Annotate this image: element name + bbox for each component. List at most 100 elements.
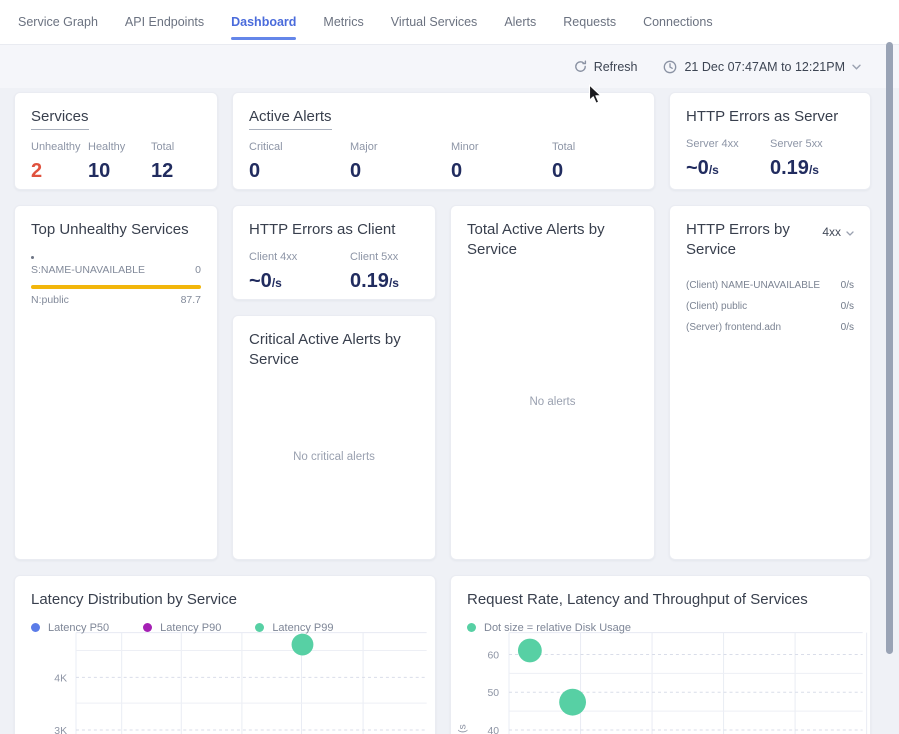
tab-service-graph[interactable]: Service Graph	[18, 0, 98, 44]
stat-value: 2	[31, 161, 88, 181]
stat-label: Client 4xx	[249, 251, 350, 263]
legend-item-disk-usage[interactable]: Dot size = relative Disk Usage	[467, 622, 631, 634]
card-total-alerts-by-service: Total Active Alerts by Service No alerts	[450, 205, 655, 560]
stat-minor: Minor 0	[451, 141, 552, 181]
card-http-errors-server: HTTP Errors as Server Server 4xx ~0/s Se…	[669, 92, 871, 190]
tab-metrics[interactable]: Metrics	[323, 0, 363, 44]
empty-state-text: No alerts	[529, 396, 575, 408]
legend-item-p99[interactable]: Latency P99	[255, 622, 333, 634]
stat-major: Major 0	[350, 141, 451, 181]
error-rate-row[interactable]: (Server) frontend.adn 0/s	[686, 317, 854, 338]
card-active-alerts: Active Alerts Critical 0 Major 0 Minor 0…	[232, 92, 655, 190]
service-score-bar	[31, 285, 201, 289]
service-row: S:NAME-UNAVAILABLE 0	[31, 264, 201, 276]
service-label: (Client) NAME-UNAVAILABLE	[686, 280, 820, 291]
refresh-label: Refresh	[594, 60, 638, 74]
bubble-chart-plot: 60 50 40 (s	[451, 576, 870, 734]
error-rate-list: (Client) NAME-UNAVAILABLE 0/s (Client) p…	[686, 275, 854, 338]
middle-column: HTTP Errors as Client Client 4xx ~0/s Cl…	[232, 205, 436, 560]
card-services-title[interactable]: Services	[31, 107, 89, 130]
error-type-select[interactable]: 4xx	[822, 225, 854, 239]
bubble-chart-legend: Dot size = relative Disk Usage	[467, 622, 854, 634]
stat-value: 0	[249, 161, 350, 181]
card-active-alerts-title[interactable]: Active Alerts	[249, 107, 332, 130]
stat-value: 12	[151, 161, 201, 181]
tab-connections[interactable]: Connections	[643, 0, 713, 44]
vertical-scrollbar-thumb[interactable]	[886, 42, 893, 654]
legend-item-p50[interactable]: Latency P50	[31, 622, 109, 634]
stat-value: 0	[451, 161, 552, 181]
card-total-alerts-title: Total Active Alerts by Service	[467, 220, 637, 259]
card-http-errors-client-title: HTTP Errors as Client	[249, 221, 395, 238]
legend-dot-blue	[31, 623, 40, 632]
unhealthy-service-item[interactable]: S:NAME-UNAVAILABLE 0	[31, 256, 201, 276]
service-name: S:NAME-UNAVAILABLE	[31, 264, 145, 276]
legend-item-p90[interactable]: Latency P90	[143, 622, 221, 634]
card-http-errors-by-service: HTTP Errors by Service 4xx (Client) NAME…	[669, 205, 871, 560]
chevron-down-icon	[846, 225, 854, 239]
y-tick-50: 50	[487, 688, 499, 699]
latency-chart-plot: 4K 3K	[15, 576, 435, 734]
tab-dashboard[interactable]: Dashboard	[231, 0, 296, 44]
service-score-bar	[31, 256, 34, 259]
top-nav: Service Graph API Endpoints Dashboard Me…	[0, 0, 899, 45]
refresh-button[interactable]: Refresh	[574, 60, 638, 74]
card-http-errors-client: HTTP Errors as Client Client 4xx ~0/s Cl…	[232, 205, 436, 300]
y-tick-3k: 3K	[54, 726, 67, 734]
stat-value: 10	[88, 161, 151, 181]
stat-client-4xx: Client 4xx ~0/s	[249, 251, 350, 291]
tab-api-endpoints[interactable]: API Endpoints	[125, 0, 204, 44]
active-alerts-stats: Critical 0 Major 0 Minor 0 Total 0	[249, 141, 638, 181]
stat-label: Server 5xx	[770, 138, 854, 150]
data-point-bubble[interactable]	[559, 689, 586, 716]
card-http-errors-by-service-title: HTTP Errors by Service	[686, 220, 804, 259]
stat-unhealthy: Unhealthy 2	[31, 141, 88, 181]
stat-label: Healthy	[88, 141, 151, 153]
error-rate-row[interactable]: (Client) NAME-UNAVAILABLE 0/s	[686, 275, 854, 296]
stat-value: 0.19/s	[350, 271, 419, 291]
unhealthy-service-item[interactable]: N:public 87.7	[31, 285, 201, 306]
tab-requests[interactable]: Requests	[563, 0, 616, 44]
stat-server-5xx: Server 5xx 0.19/s	[770, 138, 854, 178]
http-client-stats: Client 4xx ~0/s Client 5xx 0.19/s	[249, 251, 419, 291]
tab-virtual-services[interactable]: Virtual Services	[391, 0, 478, 44]
stat-label: Unhealthy	[31, 141, 88, 153]
service-score: 87.7	[181, 294, 201, 306]
error-rate-row[interactable]: (Client) public 0/s	[686, 296, 854, 317]
dashboard-grid: Services Unhealthy 2 Healthy 10 Total 12…	[0, 88, 899, 734]
card-http-errors-server-title: HTTP Errors as Server	[686, 108, 838, 125]
data-point-latency-p99[interactable]	[292, 634, 314, 656]
time-range-picker[interactable]: 21 Dec 07:47AM to 12:21PM	[663, 60, 861, 74]
stat-label: Server 4xx	[686, 138, 770, 150]
card-latency-distribution: Latency Distribution by Service Latency …	[14, 575, 436, 734]
y-tick-4k: 4K	[54, 673, 67, 684]
error-rate-value: 0/s	[841, 280, 854, 291]
stat-total-alerts: Total 0	[552, 141, 653, 181]
stat-label: Minor	[451, 141, 552, 153]
stat-value: 0	[350, 161, 451, 181]
service-label: (Client) public	[686, 301, 747, 312]
stat-label: Client 5xx	[350, 251, 419, 263]
data-point-bubble[interactable]	[518, 639, 542, 663]
http-server-stats: Server 4xx ~0/s Server 5xx 0.19/s	[686, 138, 854, 178]
service-score: 0	[195, 264, 201, 276]
service-row: N:public 87.7	[31, 294, 201, 306]
chevron-down-icon	[852, 64, 861, 70]
y-tick-60: 60	[487, 650, 499, 661]
service-name: N:public	[31, 294, 69, 306]
y-tick-40: 40	[487, 726, 499, 734]
y-axis-label-fragment: (s	[457, 724, 468, 733]
stat-value: 0.19/s	[770, 158, 854, 178]
legend-label: Latency P99	[272, 622, 333, 634]
stat-total-services: Total 12	[151, 141, 201, 181]
legend-dot-green	[255, 623, 264, 632]
tab-alerts[interactable]: Alerts	[504, 0, 536, 44]
card-critical-alerts-title: Critical Active Alerts by Service	[249, 330, 419, 369]
card-services: Services Unhealthy 2 Healthy 10 Total 12	[14, 92, 218, 190]
service-label: (Server) frontend.adn	[686, 322, 781, 333]
nav-tabs: Service Graph API Endpoints Dashboard Me…	[18, 0, 713, 44]
card-request-rate-latency: Request Rate, Latency and Throughput of …	[450, 575, 871, 734]
stat-label: Total	[552, 141, 653, 153]
empty-state-text: No critical alerts	[293, 451, 375, 463]
stat-critical: Critical 0	[249, 141, 350, 181]
